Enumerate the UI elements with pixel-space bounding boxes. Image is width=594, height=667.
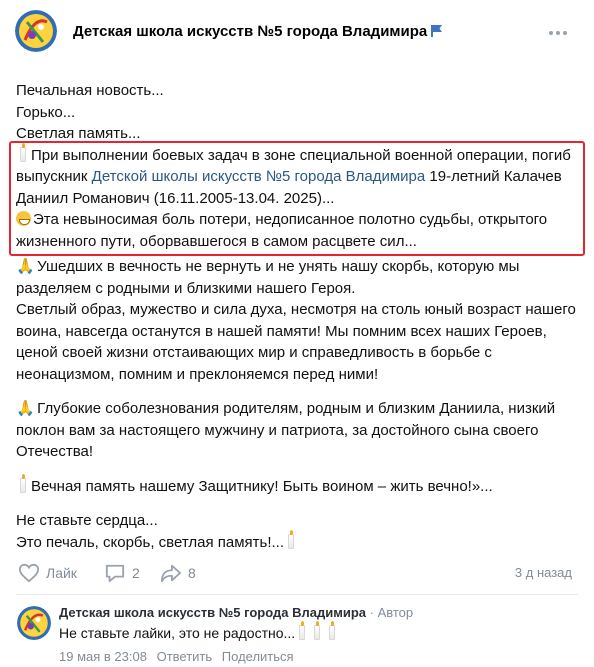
candle-icon [329, 621, 336, 640]
comment-author-role: · Автор [366, 605, 414, 620]
comment-icon [105, 564, 125, 583]
highlight-text-2: Эта невыносимая боль потери, недописанно… [16, 211, 548, 250]
comment-count: 2 [132, 565, 140, 581]
candle-icon [20, 473, 26, 493]
post-paragraph: Светлый образ, мужество и сила духа, нес… [16, 301, 576, 383]
more-icon[interactable] [544, 19, 572, 47]
candle-icon [314, 621, 321, 640]
share-link[interactable]: Поделиться [222, 649, 294, 664]
post-line: Светлая память... [16, 125, 141, 142]
candle-icon [299, 621, 306, 640]
comment-date[interactable]: 19 мая в 23:08 [59, 649, 147, 664]
post-line: Горько... [16, 103, 76, 121]
candle-icon [288, 529, 295, 549]
comment-text-body: Не ставьте лайки, это не радостно... [59, 625, 296, 641]
comment-meta: 19 мая в 23:08 Ответить Поделиться [59, 649, 300, 664]
share-icon [161, 564, 181, 583]
post-paragraph-text: Вечная память нашему Защитнику! Быть вои… [31, 477, 493, 495]
post-header: Детская школа искусств №5 города Владими… [0, 0, 594, 64]
comment-author: Детская школа искусств №5 города Владими… [59, 605, 413, 620]
comment-button[interactable]: 2 [104, 560, 140, 586]
comment-author-name[interactable]: Детская школа искусств №5 города Владими… [59, 605, 366, 620]
group-avatar[interactable] [15, 10, 57, 52]
post-paragraph: Вечная память нашему Защитнику! Быть вои… [16, 473, 582, 498]
praying-hands-icon: 🙏 [16, 400, 35, 417]
group-name-text[interactable]: Детская школа искусств №5 города Владими… [73, 23, 427, 40]
post-line: Печальная новость... [16, 82, 164, 99]
highlight-paragraph-2: Эта невыносимая боль потери, недописанно… [16, 209, 582, 252]
share-count: 8 [188, 565, 196, 581]
post-actions: Лайк 2 8 3 д назад [18, 560, 578, 586]
like-label: Лайк [46, 565, 77, 581]
candle-icon [20, 142, 26, 162]
post-paragraph-text: Ушедших в вечность не вернуть и не унять… [16, 258, 520, 297]
school-link[interactable]: Детской школы искусств №5 города Владими… [92, 168, 426, 185]
post-line-text: Это печаль, скорбь, светлая память!... [16, 533, 285, 551]
like-icon [18, 563, 40, 583]
post-line: Не ставьте сердца... [16, 512, 158, 529]
group-name[interactable]: Детская школа искусств №5 города Владими… [73, 23, 443, 42]
post-line: Это печаль, скорбь, светлая память!... [16, 529, 582, 554]
divider [16, 594, 578, 595]
flag-icon [431, 24, 443, 42]
post-text: Печальная новость... Горько... Светлая п… [16, 80, 582, 553]
comment-avatar[interactable] [17, 606, 51, 640]
highlight-paragraph-1: При выполнении боевых задач в зоне специ… [16, 142, 582, 210]
post-paragraph-text: Глубокие соболезнования родителям, родны… [16, 400, 556, 460]
praying-hands-icon: 🙏 [16, 258, 35, 275]
share-button[interactable]: 8 [160, 560, 196, 586]
grin-icon [16, 211, 31, 226]
post-time[interactable]: 3 д назад [515, 565, 572, 580]
comment-text: Не ставьте лайки, это не радостно... [59, 621, 340, 641]
reply-link[interactable]: Ответить [157, 649, 213, 664]
post-paragraph: 🙏 Глубокие соболезнования родителям, род… [16, 398, 582, 463]
post-paragraph: 🙏 Ушедших в вечность не вернуть и не уня… [16, 256, 582, 299]
like-button[interactable]: Лайк [18, 560, 77, 586]
